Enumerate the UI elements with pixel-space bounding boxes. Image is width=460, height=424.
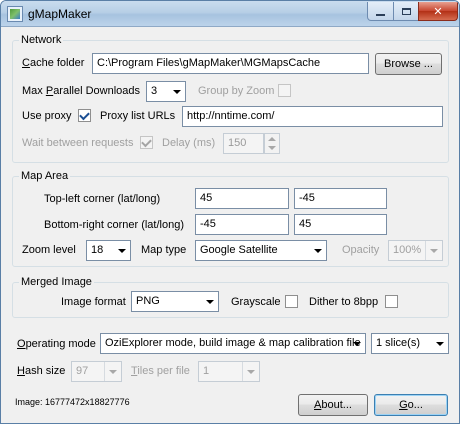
max-parallel-select[interactable]: 3 bbox=[146, 81, 186, 102]
group-by-zoom-label: Group by Zoom bbox=[198, 85, 275, 97]
max-parallel-label: Max Parallel Downloads bbox=[22, 85, 141, 97]
hash-size-label: Hash size bbox=[17, 365, 66, 377]
delay-spinner[interactable] bbox=[264, 133, 280, 154]
operating-mode-label: Operating mode bbox=[17, 338, 96, 350]
tiles-per-file-label: Tiles per file bbox=[131, 365, 190, 377]
chevron-down-icon bbox=[348, 334, 365, 353]
image-format-value: PNG bbox=[136, 295, 160, 307]
hash-size-value: 97 bbox=[76, 365, 89, 377]
zoom-level-select[interactable]: 18 bbox=[86, 240, 131, 261]
app-icon bbox=[7, 6, 23, 22]
use-proxy-label: Use proxy bbox=[22, 110, 72, 122]
opacity-select[interactable]: 100% bbox=[388, 240, 443, 261]
chevron-down-icon bbox=[309, 241, 326, 260]
title-bar[interactable]: gMapMaker ✕ bbox=[1, 1, 459, 27]
map-area-group-label: Map Area bbox=[19, 170, 71, 182]
operating-mode-value: OziExplorer mode, build image & map cali… bbox=[105, 337, 361, 349]
map-type-select[interactable]: Google Satellite bbox=[195, 240, 327, 261]
cache-folder-label-rest: ache folder bbox=[29, 57, 85, 69]
top-left-lat-input[interactable]: 45 bbox=[195, 188, 289, 209]
dither-label: Dither to 8bpp bbox=[309, 296, 379, 308]
hash-size-select[interactable]: 97 bbox=[71, 361, 122, 382]
use-proxy-checkbox[interactable] bbox=[78, 109, 91, 122]
delay-input[interactable]: 150 bbox=[223, 133, 264, 154]
tiles-per-file-value: 1 bbox=[203, 365, 210, 377]
chevron-down-icon bbox=[113, 241, 130, 260]
cache-folder-label: Cache folder bbox=[22, 57, 85, 69]
proxy-list-input[interactable]: http://nntime.com/ bbox=[182, 106, 443, 127]
close-button[interactable]: ✕ bbox=[418, 2, 458, 21]
tiles-per-file-select[interactable]: 1 bbox=[198, 361, 260, 382]
app-window: gMapMaker ✕ Network Cache folder C:\Prog… bbox=[0, 0, 460, 424]
maximize-icon bbox=[401, 7, 411, 15]
group-by-zoom-checkbox[interactable] bbox=[278, 84, 291, 97]
spin-up-icon bbox=[268, 137, 276, 141]
zoom-level-label: Zoom level bbox=[22, 244, 76, 256]
bottom-right-label: Bottom-right corner (lat/long) bbox=[44, 219, 184, 231]
bottom-right-lat-input[interactable]: -45 bbox=[195, 214, 289, 235]
wait-between-label: Wait between requests bbox=[22, 137, 134, 149]
zoom-level-value: 18 bbox=[91, 244, 104, 256]
go-button[interactable]: Go... bbox=[374, 394, 448, 416]
dither-checkbox[interactable] bbox=[385, 295, 398, 308]
chevron-down-icon bbox=[425, 241, 442, 260]
map-type-value: Google Satellite bbox=[200, 244, 278, 256]
chevron-down-icon bbox=[242, 362, 259, 381]
wait-between-checkbox[interactable] bbox=[140, 136, 153, 149]
bottom-right-long-input[interactable]: 45 bbox=[294, 214, 387, 235]
network-group-label: Network bbox=[19, 34, 64, 46]
opacity-value: 100% bbox=[393, 244, 422, 256]
maximize-button[interactable] bbox=[393, 2, 419, 21]
image-info-text: Image: 16777472x18827776 bbox=[15, 397, 130, 407]
operating-mode-select[interactable]: OziExplorer mode, build image & map cali… bbox=[100, 333, 366, 354]
network-group: Network Cache folder C:\Program Files\gM… bbox=[12, 34, 449, 163]
grayscale-checkbox[interactable] bbox=[285, 295, 298, 308]
merged-image-group-label: Merged Image bbox=[19, 276, 94, 288]
about-button[interactable]: About... bbox=[298, 394, 368, 416]
grayscale-label: Grayscale bbox=[231, 296, 281, 308]
image-format-select[interactable]: PNG bbox=[131, 291, 219, 312]
map-area-group: Map Area Top-left corner (lat/long) 45 -… bbox=[12, 170, 449, 267]
top-left-long-input[interactable]: -45 bbox=[294, 188, 387, 209]
window-title: gMapMaker bbox=[28, 7, 92, 21]
delay-label: Delay (ms) bbox=[162, 137, 216, 149]
chevron-down-icon bbox=[168, 82, 185, 101]
opacity-label: Opacity bbox=[342, 244, 380, 256]
slices-value: 1 slice(s) bbox=[376, 337, 421, 349]
proxy-list-label: Proxy list URLs bbox=[100, 110, 176, 122]
browse-button[interactable]: Browse ... bbox=[375, 53, 442, 75]
slices-select[interactable]: 1 slice(s) bbox=[371, 333, 449, 354]
chevron-down-icon bbox=[431, 334, 448, 353]
chevron-down-icon bbox=[104, 362, 121, 381]
spin-down-icon bbox=[268, 146, 276, 150]
minimize-icon bbox=[376, 13, 385, 16]
top-left-label: Top-left corner (lat/long) bbox=[44, 193, 161, 205]
close-icon: ✕ bbox=[433, 5, 443, 18]
cache-folder-input[interactable]: C:\Program Files\gMapMaker\MGMapsCache bbox=[92, 53, 369, 74]
max-parallel-value: 3 bbox=[151, 85, 158, 97]
map-type-label: Map type bbox=[141, 244, 187, 256]
chevron-down-icon bbox=[201, 292, 218, 311]
image-format-label: Image format bbox=[61, 296, 126, 308]
merged-image-group: Merged Image Image format PNG Grayscale … bbox=[12, 276, 449, 318]
minimize-button[interactable] bbox=[367, 2, 394, 21]
